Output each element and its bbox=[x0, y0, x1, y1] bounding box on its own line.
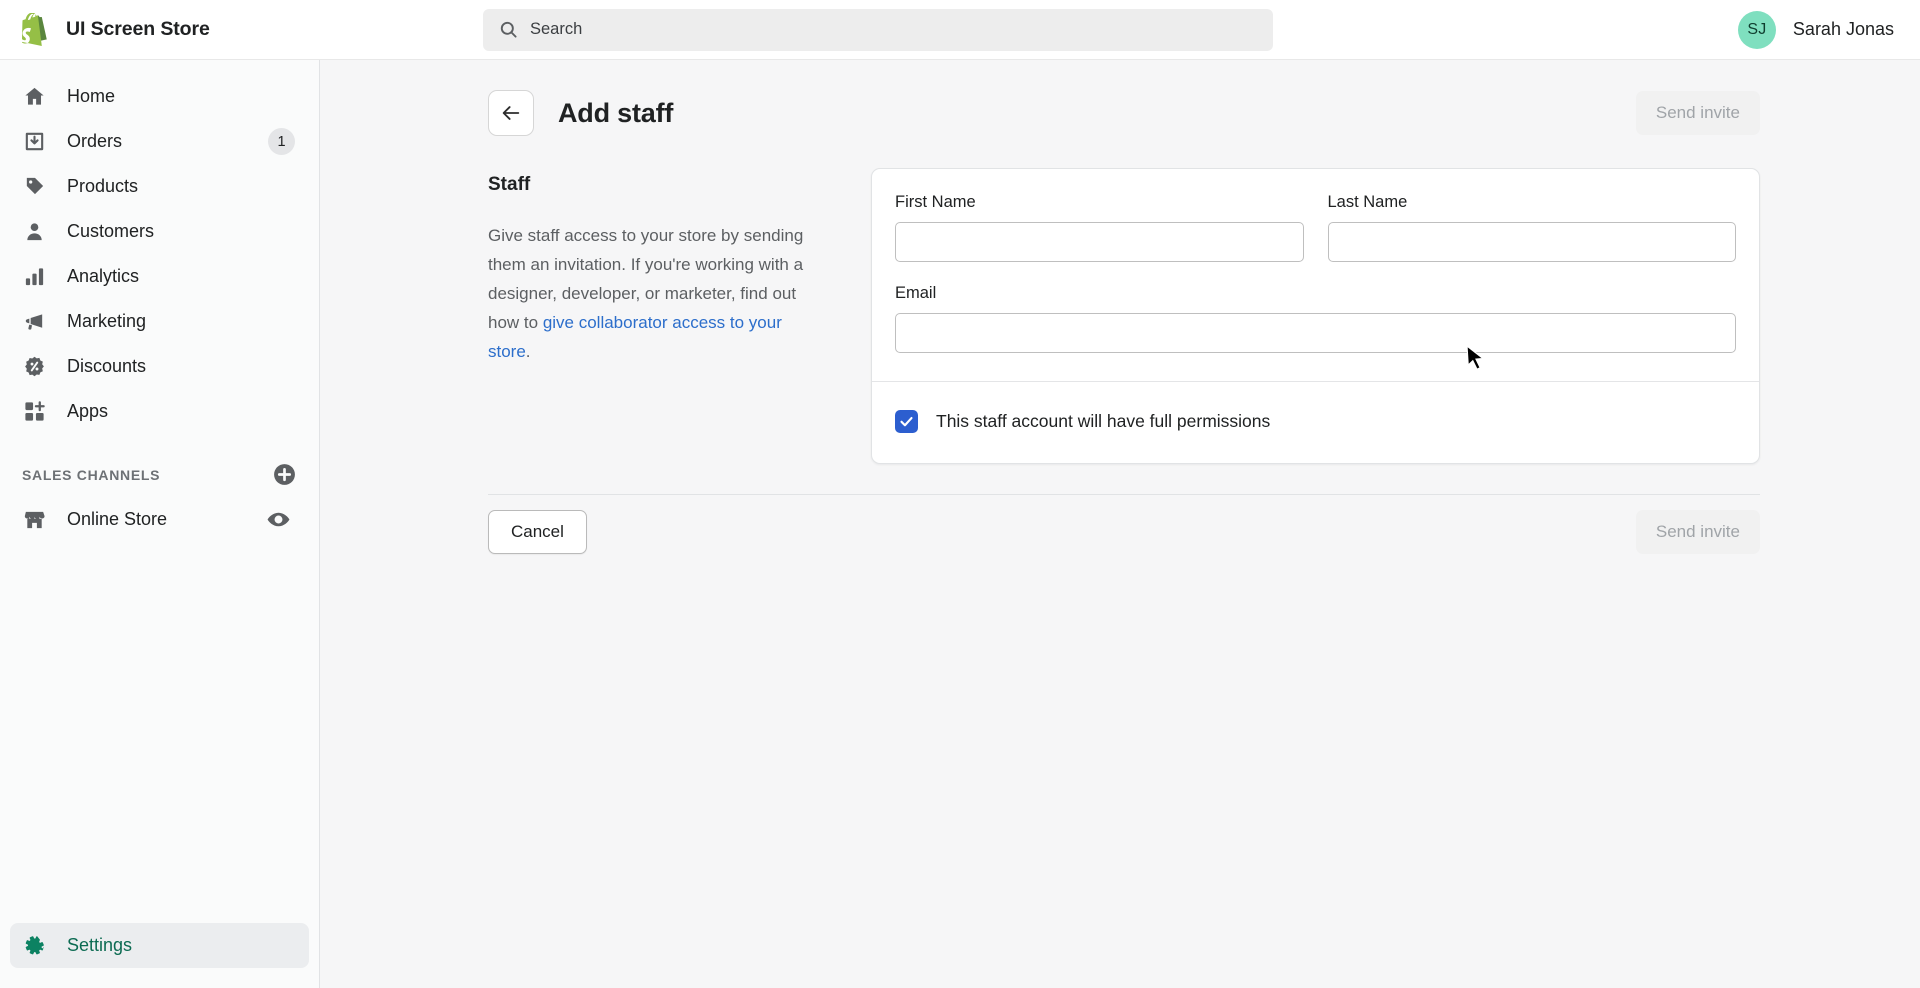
email-input[interactable] bbox=[895, 313, 1736, 353]
sidebar-item-label: Customers bbox=[67, 221, 155, 241]
home-icon bbox=[22, 84, 47, 109]
full-permissions-checkbox[interactable] bbox=[895, 410, 918, 433]
check-icon bbox=[900, 417, 913, 427]
brand-name: UI Screen Store bbox=[66, 18, 210, 40]
user-name: Sarah Jonas bbox=[1792, 19, 1894, 39]
sidebar-item-label: Home bbox=[67, 86, 116, 106]
sidebar-item-analytics[interactable]: Analytics bbox=[10, 254, 309, 299]
first-name-field: First Name bbox=[895, 193, 1304, 262]
staff-heading: Staff bbox=[488, 174, 531, 195]
staff-info-panel: Staff Give staff access to your store by… bbox=[488, 168, 871, 464]
staff-description: Give staff access to your store by sendi… bbox=[488, 221, 821, 366]
cancel-button[interactable]: Cancel bbox=[488, 510, 587, 554]
sidebar-item-label: Products bbox=[67, 176, 139, 196]
plus-circle-icon[interactable] bbox=[272, 462, 297, 487]
last-name-label: Last Name bbox=[1327, 193, 1408, 211]
page-title: Add staff bbox=[558, 97, 674, 128]
first-name-label: First Name bbox=[895, 193, 976, 211]
sidebar-item-home[interactable]: Home bbox=[10, 74, 309, 119]
staff-form-card: First Name Last Name Email This staff ac… bbox=[871, 168, 1760, 464]
sales-channels-title: SALES CHANNELS bbox=[22, 466, 161, 483]
full-permissions-label: This staff account will have full permis… bbox=[936, 411, 1271, 431]
apps-grid-icon bbox=[22, 399, 47, 424]
name-fields-row: First Name Last Name bbox=[895, 193, 1736, 262]
discount-badge-icon bbox=[22, 354, 47, 379]
send-invite-button-top[interactable]: Send invite bbox=[1635, 91, 1760, 135]
search-input[interactable] bbox=[530, 20, 1257, 39]
top-bar: UI Screen Store SJ Sarah Jonas bbox=[0, 0, 1920, 60]
sidebar-item-settings[interactable]: Settings bbox=[10, 923, 309, 968]
storefront-icon bbox=[22, 507, 47, 532]
page-header: Add staff Send invite bbox=[488, 86, 1760, 140]
megaphone-icon bbox=[22, 309, 47, 334]
email-field: Email bbox=[895, 284, 1736, 353]
avatar: SJ bbox=[1737, 10, 1776, 49]
sidebar-item-apps[interactable]: Apps bbox=[10, 389, 309, 434]
sidebar-item-label: Marketing bbox=[67, 311, 147, 331]
shopify-bag-icon bbox=[22, 12, 47, 46]
last-name-input[interactable] bbox=[1327, 222, 1736, 262]
email-label: Email bbox=[895, 284, 937, 302]
last-name-field: Last Name bbox=[1327, 193, 1736, 262]
sidebar-item-customers[interactable]: Customers bbox=[10, 209, 309, 254]
orders-inbox-icon bbox=[22, 129, 47, 154]
eye-icon[interactable] bbox=[266, 507, 291, 532]
send-invite-button-bottom[interactable]: Send invite bbox=[1635, 510, 1760, 554]
sidebar: Home Orders 1 Products Customers Analyti… bbox=[0, 60, 320, 988]
search-box[interactable] bbox=[483, 8, 1273, 51]
orders-badge: 1 bbox=[268, 128, 295, 155]
search-icon bbox=[500, 21, 517, 38]
arrow-left-icon bbox=[502, 106, 520, 120]
search-container bbox=[483, 8, 1273, 51]
sidebar-item-label: Orders bbox=[67, 131, 123, 151]
tag-icon bbox=[22, 174, 47, 199]
user-menu[interactable]: SJ Sarah Jonas bbox=[1737, 10, 1894, 49]
first-name-input[interactable] bbox=[895, 222, 1304, 262]
sidebar-item-label: Online Store bbox=[67, 509, 168, 529]
form-fields-section: First Name Last Name Email bbox=[872, 169, 1759, 381]
app-root: UI Screen Store SJ Sarah Jonas Home bbox=[0, 0, 1920, 988]
page: Add staff Send invite Staff Give staff a… bbox=[480, 60, 1760, 569]
content-row: Staff Give staff access to your store by… bbox=[488, 168, 1760, 464]
bar-chart-icon bbox=[22, 264, 47, 289]
sidebar-item-products[interactable]: Products bbox=[10, 164, 309, 209]
staff-form-panel: First Name Last Name Email This staff ac… bbox=[871, 168, 1760, 464]
sidebar-item-label: Settings bbox=[67, 935, 133, 955]
person-icon bbox=[22, 219, 47, 244]
sidebar-item-label: Discounts bbox=[67, 356, 147, 376]
sidebar-item-label: Analytics bbox=[67, 266, 140, 286]
back-button[interactable] bbox=[488, 90, 534, 136]
gear-icon bbox=[22, 933, 47, 958]
sidebar-item-marketing[interactable]: Marketing bbox=[10, 299, 309, 344]
brand[interactable]: UI Screen Store bbox=[0, 12, 320, 47]
sidebar-item-online-store[interactable]: Online Store bbox=[10, 497, 309, 542]
settings-container: Settings bbox=[0, 923, 319, 988]
body: Home Orders 1 Products Customers Analyti… bbox=[0, 60, 1920, 988]
sidebar-item-label: Apps bbox=[67, 401, 109, 421]
permissions-row[interactable]: This staff account will have full permis… bbox=[872, 382, 1759, 463]
page-footer: Cancel Send invite bbox=[488, 495, 1760, 569]
staff-description-after: . bbox=[525, 342, 531, 361]
main-content: Add staff Send invite Staff Give staff a… bbox=[320, 60, 1920, 988]
sidebar-item-discounts[interactable]: Discounts bbox=[10, 344, 309, 389]
sales-channels-header: SALES CHANNELS bbox=[22, 462, 297, 487]
sidebar-item-orders[interactable]: Orders 1 bbox=[10, 119, 309, 164]
